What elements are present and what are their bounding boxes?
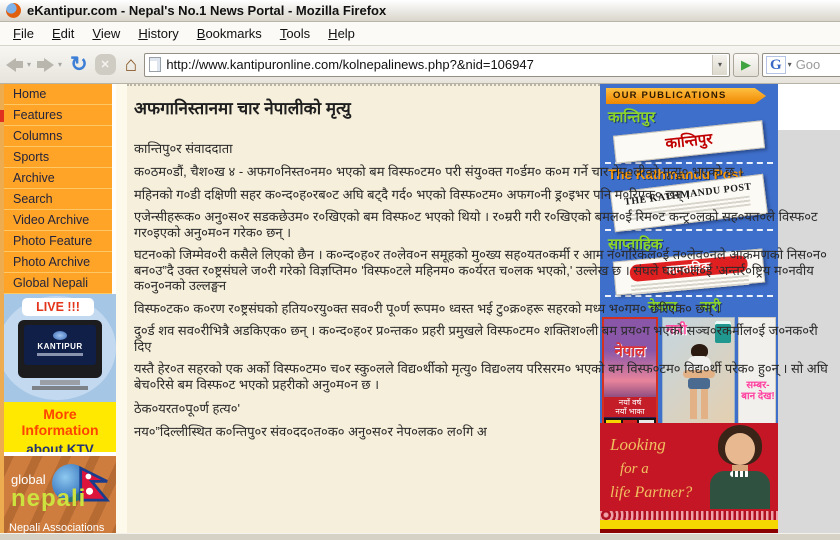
menu-help[interactable]: Help: [319, 23, 364, 44]
sidebar-item-global-nepali[interactable]: Global Nepali: [4, 273, 112, 294]
menu-tools[interactable]: Tools: [271, 23, 319, 44]
window-titlebar: eKantipur.com - Nepal's No.1 News Portal…: [0, 0, 840, 22]
partner-ad-line1: Looking: [610, 435, 692, 455]
url-bar: ▾: [144, 53, 730, 77]
navigation-toolbar: ▾ ▾ ↻ ✕ ⌂ ▾ ▶ G ▾: [0, 46, 840, 84]
ktv-info-line1: More Information: [4, 406, 116, 438]
ktv-live-ad[interactable]: LIVE !!! KANTIPUR: [4, 294, 116, 402]
ktv-info-ad[interactable]: More Information about KTV click here: [4, 402, 116, 452]
sidebar-item-home[interactable]: Home: [4, 84, 112, 105]
article-paragraph: एजेन्सीहरूक० अनु०स०र सडकछेउम० र०खिएको बम…: [134, 209, 836, 240]
url-dropdown[interactable]: ▾: [712, 55, 727, 75]
partner-ad-photo: [702, 425, 776, 509]
stop-icon[interactable]: ✕: [95, 54, 116, 75]
sidebar-item-photo-feature[interactable]: Photo Feature: [4, 231, 112, 252]
page-viewport: Home Features Columns Sports Archive Sea…: [0, 84, 840, 533]
life-partner-ad[interactable]: Looking for a life Partner?: [600, 423, 778, 533]
article-subhead: ठेक०यरत०पू०र्ण हत्य०': [134, 401, 836, 417]
forward-arrow-icon: [37, 58, 54, 72]
left-sidebar: Home Features Columns Sports Archive Sea…: [0, 84, 112, 533]
menu-bookmarks[interactable]: Bookmarks: [188, 23, 271, 44]
column-gutter: [116, 84, 127, 533]
sidebar-item-archive[interactable]: Archive: [4, 168, 112, 189]
global-nepali-word2: nepali: [11, 485, 86, 513]
search-input[interactable]: [796, 57, 840, 72]
partner-ad-line3: life Partner?: [610, 484, 692, 502]
url-input[interactable]: [166, 57, 712, 72]
article-paragraph: क०ठम०डौं, चैश०ख ४ - अफग०निस्त०नम० भएको ब…: [134, 164, 836, 180]
article-byline: कान्तिपु०र संवाददाता: [134, 139, 600, 157]
menu-edit[interactable]: Edit: [43, 23, 83, 44]
status-bar: [0, 533, 840, 540]
ktv-info-line2: about KTV: [26, 442, 94, 452]
back-button[interactable]: [6, 58, 23, 72]
sidebar-item-columns[interactable]: Columns: [4, 126, 112, 147]
menu-file[interactable]: File: [4, 23, 43, 44]
window-title: eKantipur.com - Nepal's No.1 News Portal…: [27, 3, 386, 18]
tv-stand: [40, 380, 80, 385]
go-button[interactable]: ▶: [733, 53, 759, 77]
article-paragraph: विस्फ०टक० क०रण र०ष्ट्रसंघको हतिय०रयु०क्त…: [134, 301, 836, 317]
google-logo-icon: G: [766, 56, 786, 74]
tv-base: [32, 386, 88, 390]
menu-bar: File Edit View History Bookmarks Tools H…: [0, 22, 840, 46]
back-arrow-icon: [6, 58, 23, 72]
article-paragraph: महिनको ग०डी दक्षिणी सहर क०न्द०ह०रब०ट अघि…: [134, 187, 836, 203]
article-headline: अफगानिस्तानमा चार नेपालीको मृत्यु: [134, 96, 600, 119]
global-nepali-ad[interactable]: global nepali Nepali Associations: [4, 456, 116, 533]
article-paragraph: घटन०को जिम्मेव०री कसैले लिएको छैन । क०न्…: [134, 247, 836, 294]
home-icon[interactable]: ⌂: [125, 55, 138, 75]
live-badge: LIVE !!!: [22, 298, 94, 316]
menu-view[interactable]: View: [83, 23, 129, 44]
sidebar-item-search[interactable]: Search: [4, 189, 112, 210]
article-area: अफगानिस्तानमा चार नेपालीको मृत्यु कान्ति…: [127, 84, 600, 533]
reload-icon[interactable]: ↻: [70, 55, 88, 75]
menu-history[interactable]: History: [129, 23, 187, 44]
lace-border: [600, 511, 778, 520]
sidebar-item-photo-archive[interactable]: Photo Archive: [4, 252, 112, 273]
sidebar-item-video-archive[interactable]: Video Archive: [4, 210, 112, 231]
firefox-icon: [6, 3, 21, 18]
page-icon: [149, 57, 161, 72]
active-item-marker: [0, 110, 4, 122]
google-search-box: G ▾: [762, 53, 840, 77]
publications-header: OUR PUBLICATIONS: [606, 88, 766, 104]
article-paragraph: यस्तै हेर०त सहरको एक अर्को विस्फ०टम० च०र…: [134, 361, 836, 392]
partner-ad-line2: for a: [620, 461, 692, 478]
tv-icon: KANTIPUR: [18, 320, 102, 378]
article-paragraph: दु०र्ड शव सव०रीभित्रै अडकिएक० छन् । क०न्…: [134, 323, 836, 354]
ktv-brand: KANTIPUR: [24, 342, 96, 351]
sidebar-item-features[interactable]: Features: [4, 105, 112, 126]
forward-button[interactable]: [37, 58, 54, 72]
back-dropdown[interactable]: ▾: [27, 60, 31, 69]
nepali-associations-label: Nepali Associations: [9, 522, 104, 533]
ktv-globe-icon: [53, 331, 67, 340]
sidebar-item-sports[interactable]: Sports: [4, 147, 112, 168]
forward-dropdown[interactable]: ▾: [58, 60, 62, 69]
search-engine-dropdown[interactable]: ▾: [788, 60, 792, 69]
